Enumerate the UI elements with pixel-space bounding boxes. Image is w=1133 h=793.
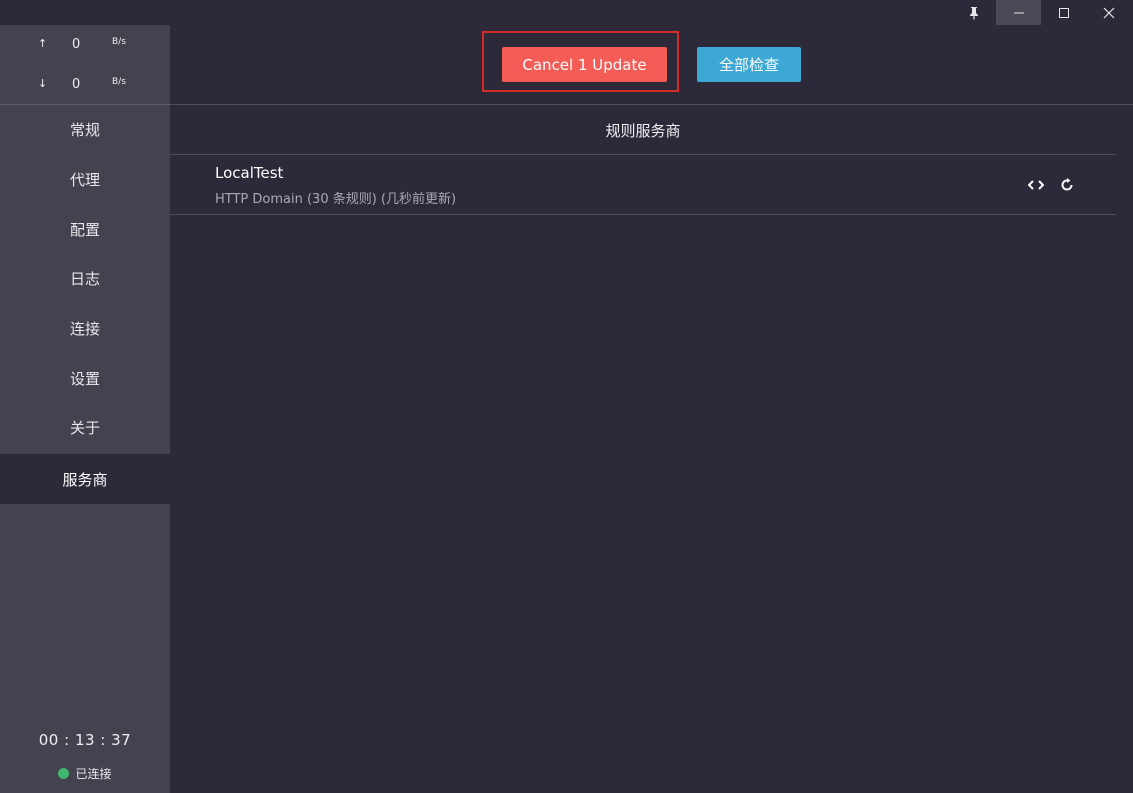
sidebar-item-proxies[interactable]: 代理 <box>0 155 170 205</box>
sidebar-item-general[interactable]: 常规 <box>0 105 170 155</box>
pin-button[interactable] <box>951 0 996 25</box>
sidebar: ↑ 0 B/s ↓ 0 B/s 常规 代理 配置 日志 连接 设置 关于 服务商… <box>0 25 170 793</box>
main-panel: Cancel 1 Update 全部检查 规则服务商 LocalTest HTT… <box>170 25 1133 793</box>
upload-speed: ↑ 0 B/s <box>0 37 170 57</box>
provider-description: HTTP Domain (30 条规则) (几秒前更新) <box>215 192 457 207</box>
pin-icon <box>969 6 978 19</box>
view-code-button[interactable] <box>1026 175 1046 195</box>
maximize-button[interactable] <box>1041 0 1086 25</box>
check-all-button[interactable]: 全部检查 <box>697 47 801 82</box>
download-value: 0 <box>72 77 81 92</box>
row-divider <box>170 214 1116 215</box>
header-divider <box>170 104 1133 105</box>
minimize-icon <box>1013 12 1024 13</box>
sidebar-item-connections[interactable]: 连接 <box>0 304 170 354</box>
refresh-icon <box>1061 178 1073 191</box>
refresh-button[interactable] <box>1057 175 1077 195</box>
status-label: 已连接 <box>75 767 112 781</box>
download-speed: ↓ 0 B/s <box>0 77 170 97</box>
section-title: 规则服务商 <box>605 122 681 140</box>
minimize-button[interactable] <box>996 0 1041 25</box>
title-bar <box>0 0 1133 25</box>
sidebar-item-settings[interactable]: 设置 <box>0 353 170 403</box>
status-dot-icon <box>58 768 70 779</box>
upload-unit: B/s <box>112 37 126 47</box>
connection-status: 已连接 <box>0 765 170 782</box>
close-button[interactable] <box>1086 0 1131 25</box>
upload-arrow-icon: ↑ <box>38 37 48 50</box>
uptime-timer: 00 : 13 : 37 <box>38 731 132 749</box>
code-icon <box>1028 180 1044 190</box>
sidebar-nav: 常规 代理 配置 日志 连接 设置 关于 <box>0 105 170 453</box>
sidebar-item-profiles[interactable]: 配置 <box>0 204 170 254</box>
sidebar-item-providers[interactable]: 服务商 <box>0 454 170 504</box>
provider-name: LocalTest <box>215 164 284 182</box>
download-unit: B/s <box>112 77 126 87</box>
sidebar-item-about[interactable]: 关于 <box>0 403 170 453</box>
close-icon <box>1103 7 1114 18</box>
sidebar-item-logs[interactable]: 日志 <box>0 254 170 304</box>
cancel-update-button[interactable]: Cancel 1 Update <box>502 47 667 82</box>
upload-value: 0 <box>72 37 81 52</box>
download-arrow-icon: ↓ <box>38 77 48 90</box>
row-divider <box>170 154 1116 155</box>
sidebar-lower-panel <box>0 504 170 793</box>
maximize-icon <box>1058 7 1069 18</box>
